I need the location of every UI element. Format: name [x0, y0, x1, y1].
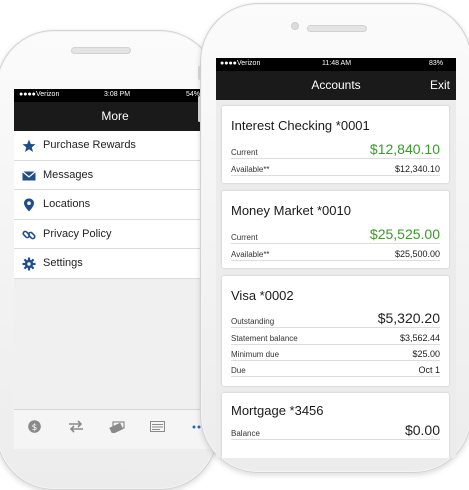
account-row-minimum-due: Minimum due $25.00	[231, 346, 440, 361]
menu-item-label: Privacy Policy	[43, 227, 112, 240]
row-value: $0.00	[404, 422, 440, 438]
page-title: Accounts	[311, 78, 361, 92]
back-phone-speaker	[71, 47, 131, 54]
row-value: $12,340.10	[394, 164, 440, 174]
row-label: Minimum due	[231, 350, 280, 359]
exit-button[interactable]: Exit	[430, 78, 450, 92]
menu-item-privacy-policy[interactable]: Privacy Policy	[14, 220, 216, 249]
transfer-icon[interactable]	[68, 420, 84, 433]
dollar-icon[interactable]: $	[28, 420, 41, 433]
status-time: 11:48 AM	[322, 60, 352, 67]
account-row-balance: Balance $0.00	[231, 422, 440, 440]
account-name: Money Market *0010	[231, 203, 351, 218]
row-value: $3,562.44	[399, 333, 440, 343]
account-card-interest-checking[interactable]: Interest Checking *0001 Current $12,840.…	[222, 106, 449, 183]
page-title: More	[101, 109, 129, 123]
front-status-bar: ●●●● Verizon 11:48 AM 83%	[216, 58, 456, 71]
signal-icon: ●●●●	[220, 60, 237, 67]
svg-text:$: $	[32, 423, 38, 433]
link-icon	[22, 230, 36, 239]
front-phone-speaker	[307, 25, 367, 32]
volume-button	[198, 96, 201, 122]
account-card-visa[interactable]: Visa *0002 Outstanding $5,320.20 Stateme…	[222, 276, 449, 386]
account-card-mortgage[interactable]: Mortgage *3456 Balance $0.00	[222, 393, 449, 458]
account-row-available: Available** $12,340.10	[231, 161, 440, 176]
row-value: $25.00	[412, 349, 440, 359]
account-card-money-market[interactable]: Money Market *0010 Current $25,525.00 Av…	[222, 191, 449, 268]
row-label: Due	[231, 366, 246, 375]
account-row-statement-balance: Statement balance $3,562.44	[231, 330, 440, 345]
account-row-outstanding: Outstanding $5,320.20	[231, 310, 440, 328]
row-value: $25,525.00	[369, 226, 440, 242]
deposit-icon[interactable]	[109, 419, 125, 433]
menu-item-label: Locations	[43, 198, 91, 210]
account-row-current: Current $12,840.10	[231, 141, 440, 159]
row-value: $5,320.20	[377, 310, 440, 326]
carrier-label: Verizon	[36, 91, 60, 98]
account-name: Visa *0002	[231, 288, 294, 303]
envelope-icon	[22, 170, 36, 180]
gear-icon	[22, 257, 36, 271]
row-value: $12,840.10	[369, 141, 440, 157]
status-time: 3:08 PM	[104, 91, 131, 98]
battery-percent: 83%	[429, 60, 444, 67]
back-status-bar: ●●●● Verizon 3:08 PM 54%	[14, 89, 216, 102]
row-label: Current	[231, 233, 258, 242]
map-pin-icon	[24, 198, 34, 212]
menu-item-settings[interactable]: Settings	[14, 249, 216, 279]
signal-icon: ●●●●	[19, 91, 36, 98]
row-value: Oct 1	[418, 365, 440, 375]
tab-bar: $	[14, 409, 216, 449]
carrier-label: Verizon	[237, 60, 261, 67]
front-camera	[291, 22, 299, 30]
row-label: Current	[231, 148, 258, 157]
account-row-current: Current $25,525.00	[231, 226, 440, 244]
row-label: Available**	[231, 165, 270, 174]
row-value: $25,500.00	[394, 249, 440, 259]
account-row-available: Available** $25,500.00	[231, 246, 440, 261]
account-row-due: Due Oct 1	[231, 362, 440, 377]
menu-item-locations[interactable]: Locations	[14, 190, 216, 220]
front-phone-screen: ●●●● Verizon 11:48 AM 83% Accounts Exit …	[216, 58, 456, 458]
menu-item-label: Messages	[43, 168, 94, 181]
mute-switch	[198, 66, 201, 80]
menu-item-messages[interactable]: Messages	[14, 161, 216, 190]
row-label: Statement balance	[231, 334, 298, 343]
bill-pay-icon[interactable]	[150, 421, 165, 432]
menu-item-purchase-rewards[interactable]: Purchase Rewards	[14, 131, 216, 161]
account-name: Interest Checking *0001	[231, 118, 370, 133]
account-name: Mortgage *3456	[231, 403, 324, 418]
more-menu: Purchase Rewards Messages Locations Priv…	[14, 131, 216, 279]
row-label: Balance	[231, 429, 260, 438]
back-nav-bar: More E	[14, 102, 216, 131]
back-phone-screen: ●●●● Verizon 3:08 PM 54% More E Purchase…	[14, 89, 216, 449]
row-label: Outstanding	[231, 317, 275, 326]
menu-item-label: Settings	[43, 257, 83, 269]
star-icon	[22, 139, 36, 152]
row-label: Available**	[231, 250, 270, 259]
front-nav-bar: Accounts Exit	[216, 71, 456, 100]
menu-item-label: Purchase Rewards	[43, 139, 136, 151]
